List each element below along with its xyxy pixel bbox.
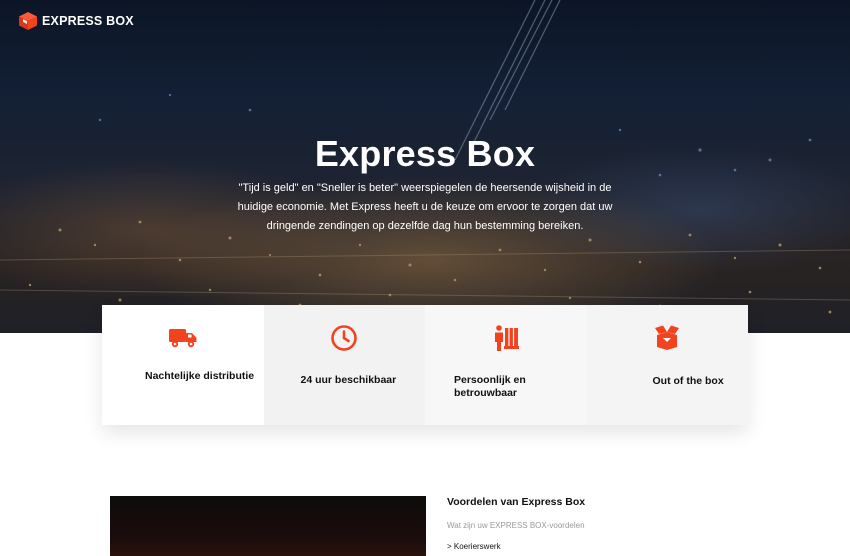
delivery-person-icon xyxy=(491,323,521,353)
feature-card-nachtelijke-distributie: Nachtelijke distributie xyxy=(102,305,264,425)
box-logo-icon xyxy=(19,12,37,30)
features-bar: Nachtelijke distributie 24 uur beschikba… xyxy=(102,305,748,425)
hero-title: Express Box xyxy=(314,133,536,174)
advantages-subtitle: Wat zijn uw EXPRESS BOX-voordelen xyxy=(447,521,585,530)
advantages-image xyxy=(110,496,426,556)
hero-section: EXPRESS BOX Express Box "Tijd is geld" e… xyxy=(0,0,850,333)
feature-card-24-uur-beschikbaar: 24 uur beschikbaar xyxy=(263,305,425,425)
clock-icon xyxy=(329,323,359,353)
feature-label: Persoonlijk en betrouwbaar xyxy=(454,374,526,399)
truck-icon xyxy=(168,323,198,353)
feature-label: Out of the box xyxy=(652,375,724,387)
hero-subtitle: "Tijd is geld" en "Sneller is beter" wee… xyxy=(237,182,613,232)
feature-card-out-of-the-box: Out of the box xyxy=(586,305,748,425)
open-box-icon xyxy=(652,323,682,353)
advantages-title: Voordelen van Express Box xyxy=(447,496,586,508)
feature-label: Nachtelijke distributie xyxy=(145,370,255,382)
brand-name: EXPRESS BOX xyxy=(42,14,134,28)
feature-label: 24 uur beschikbaar xyxy=(300,374,397,386)
brand-logo[interactable]: EXPRESS BOX xyxy=(18,11,134,31)
feature-card-persoonlijk-en-betrouwbaar: Persoonlijk en betrouwbaar xyxy=(425,305,587,425)
